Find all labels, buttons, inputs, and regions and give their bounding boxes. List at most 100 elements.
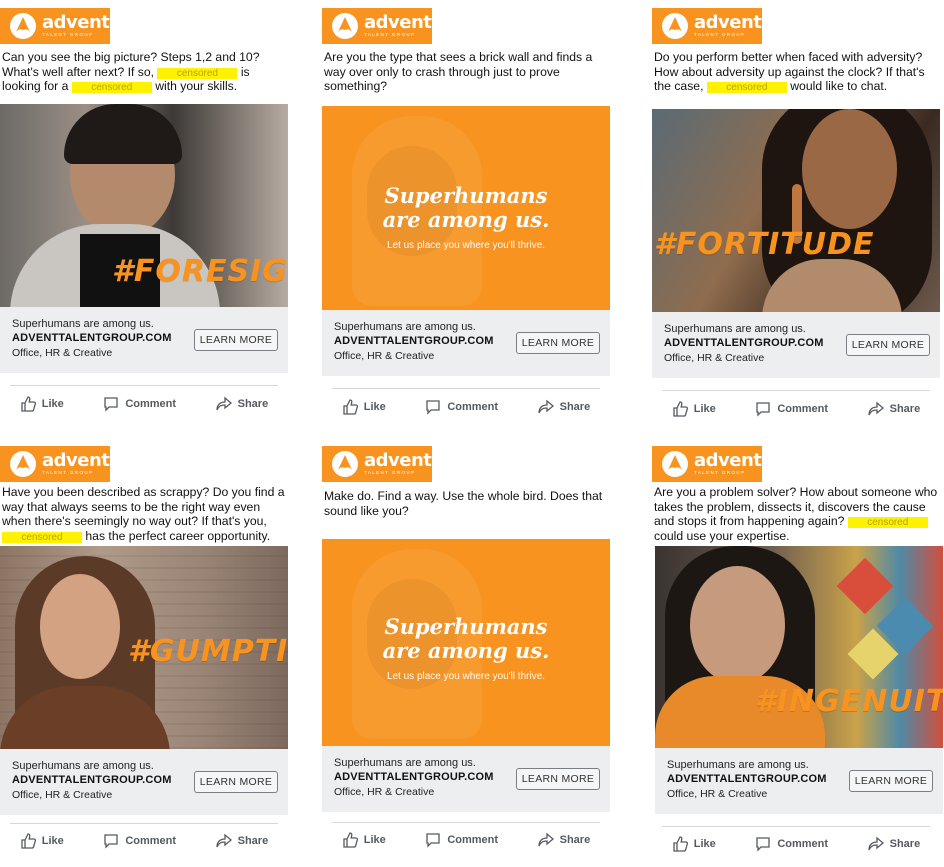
comment-label: Comment [125, 398, 177, 410]
like-label: Like [41, 398, 64, 410]
advent-logo: advent TALENT GROUP [652, 446, 762, 482]
logo-subtitle: TALENT GROUP [694, 32, 746, 38]
post-copy: Can you see the big picture? Steps 1,2 a… [2, 50, 286, 94]
ad-post-ingenuity: advent TALENT GROUP Are you a problem sol… [652, 446, 943, 864]
divider [662, 390, 930, 391]
comment-button[interactable]: Comment [425, 399, 498, 415]
learn-more-button[interactable]: LEARN MORE [849, 770, 933, 792]
hashtag-text: #GUMPTION [128, 634, 288, 669]
cta-headline: Superhumans are among us. [334, 757, 476, 769]
like-label: Like [363, 401, 386, 413]
post-image[interactable]: Superhumans are among us. Let us place y… [322, 539, 610, 746]
advent-logo-icon [10, 451, 36, 477]
learn-more-button[interactable]: LEARN MORE [194, 771, 278, 793]
post-copy: Do you perform better when faced with ad… [654, 50, 938, 94]
copy-text: has the perfect career opportunity. [85, 528, 271, 543]
cta-bar[interactable]: Superhumans are among us. ADVENTTALENTGR… [655, 748, 943, 814]
cta-bar[interactable]: Superhumans are among us. ADVENTTALENTGR… [652, 312, 940, 378]
cta-description: Office, HR & Creative [12, 347, 113, 359]
advent-logo: advent TALENT GROUP [322, 446, 432, 482]
cta-bar[interactable]: Superhumans are among us. ADVENTTALENTGR… [0, 749, 288, 815]
comment-button[interactable]: Comment [755, 836, 828, 852]
share-button[interactable]: Share [867, 836, 920, 852]
post-copy: Have you been described as scrappy? Do y… [2, 485, 286, 543]
learn-more-button[interactable]: LEARN MORE [516, 332, 600, 354]
share-button[interactable]: Share [537, 832, 591, 848]
tagline-subtext: Let us place you where you'll thrive. [386, 671, 546, 682]
logo-subtitle: TALENT GROUP [42, 470, 94, 476]
advent-logo: advent TALENT GROUP [0, 8, 110, 44]
thumbs-up-icon [21, 833, 36, 849]
learn-more-button[interactable]: LEARN MORE [846, 334, 930, 356]
ad-post-fortitude: advent TALENT GROUP Do you perform better… [652, 8, 940, 418]
comment-button[interactable]: Comment [755, 401, 828, 417]
thumbs-up-icon [21, 396, 36, 412]
comment-label: Comment [125, 835, 177, 847]
logo-wordmark: advent [364, 12, 432, 34]
like-button[interactable]: Like [672, 836, 716, 852]
cta-bar[interactable]: Superhumans are among us. ADVENTTALENTGR… [322, 746, 610, 812]
comment-label: Comment [447, 834, 499, 846]
post-image[interactable]: #GUMPTION [0, 546, 288, 749]
cta-bar[interactable]: Superhumans are among us. ADVENTTALENTGR… [0, 307, 288, 373]
logo-wordmark: advent [364, 450, 432, 472]
logo-wordmark: advent [694, 12, 762, 34]
advent-logo-icon [662, 451, 688, 477]
share-icon [867, 836, 884, 851]
copy-text: with your skills. [155, 79, 238, 94]
cta-bar[interactable]: Superhumans are among us. ADVENTTALENTGR… [322, 310, 610, 376]
ad-post-superhumans-1: advent TALENT GROUP Are you the type that… [322, 8, 610, 418]
mural-shape [836, 557, 894, 615]
post-image[interactable]: #FORTITUDE [652, 109, 940, 312]
cta-description: Office, HR & Creative [334, 350, 435, 362]
thumbs-up-icon [673, 836, 688, 852]
share-label: Share [559, 401, 591, 413]
advent-logo-icon [332, 451, 358, 477]
share-icon [867, 401, 884, 416]
share-icon [215, 396, 232, 411]
like-button[interactable]: Like [342, 832, 386, 848]
post-copy: Are you the type that sees a brick wall … [324, 50, 593, 94]
ad-post-superhumans-2: advent TALENT GROUP Make do. Find a way. … [322, 446, 610, 864]
share-button[interactable]: Share [867, 401, 921, 417]
cta-url: ADVENTTALENTGROUP.COM [334, 771, 494, 783]
learn-more-button[interactable]: LEARN MORE [516, 768, 600, 790]
like-label: Like [693, 403, 716, 415]
like-label: Like [41, 835, 64, 847]
cta-url: ADVENTTALENTGROUP.COM [334, 335, 494, 347]
like-button[interactable]: Like [342, 399, 386, 415]
hashtag-text: #INGENUITY [755, 684, 943, 719]
share-icon [537, 832, 554, 847]
share-button[interactable]: Share [537, 399, 591, 415]
comment-button[interactable]: Comment [425, 832, 498, 848]
comment-icon [756, 837, 770, 852]
cta-description: Office, HR & Creative [12, 789, 113, 801]
like-button[interactable]: Like [20, 833, 64, 849]
comment-icon [756, 402, 770, 417]
like-label: Like [693, 838, 716, 850]
cta-headline: Superhumans are among us. [334, 321, 476, 333]
share-icon [537, 399, 554, 414]
comment-button[interactable]: Comment [103, 396, 176, 412]
share-button[interactable]: Share [215, 833, 268, 849]
divider [10, 823, 278, 824]
like-button[interactable]: Like [672, 401, 716, 417]
advent-logo-icon [10, 13, 36, 39]
cta-url: ADVENTTALENTGROUP.COM [667, 773, 827, 785]
share-button[interactable]: Share [215, 396, 268, 412]
share-label: Share [889, 403, 921, 415]
tagline: Superhumans are among us. Let us place y… [322, 184, 610, 252]
learn-more-button[interactable]: LEARN MORE [194, 329, 278, 351]
post-image[interactable]: #INGENUITY [655, 546, 943, 748]
comment-button[interactable]: Comment [103, 833, 176, 849]
like-button[interactable]: Like [20, 396, 64, 412]
logo-subtitle: TALENT GROUP [364, 470, 416, 476]
censored-label: censored [157, 67, 238, 79]
post-image[interactable]: Superhumans are among us. Let us place y… [322, 106, 610, 310]
cta-headline: Superhumans are among us. [12, 760, 154, 772]
divider [332, 388, 600, 389]
ad-post-gumption: advent TALENT GROUP Have you been describ… [0, 446, 288, 864]
comment-icon [426, 833, 440, 848]
post-image[interactable]: #FORESIGHT [0, 104, 288, 307]
share-label: Share [559, 834, 591, 846]
